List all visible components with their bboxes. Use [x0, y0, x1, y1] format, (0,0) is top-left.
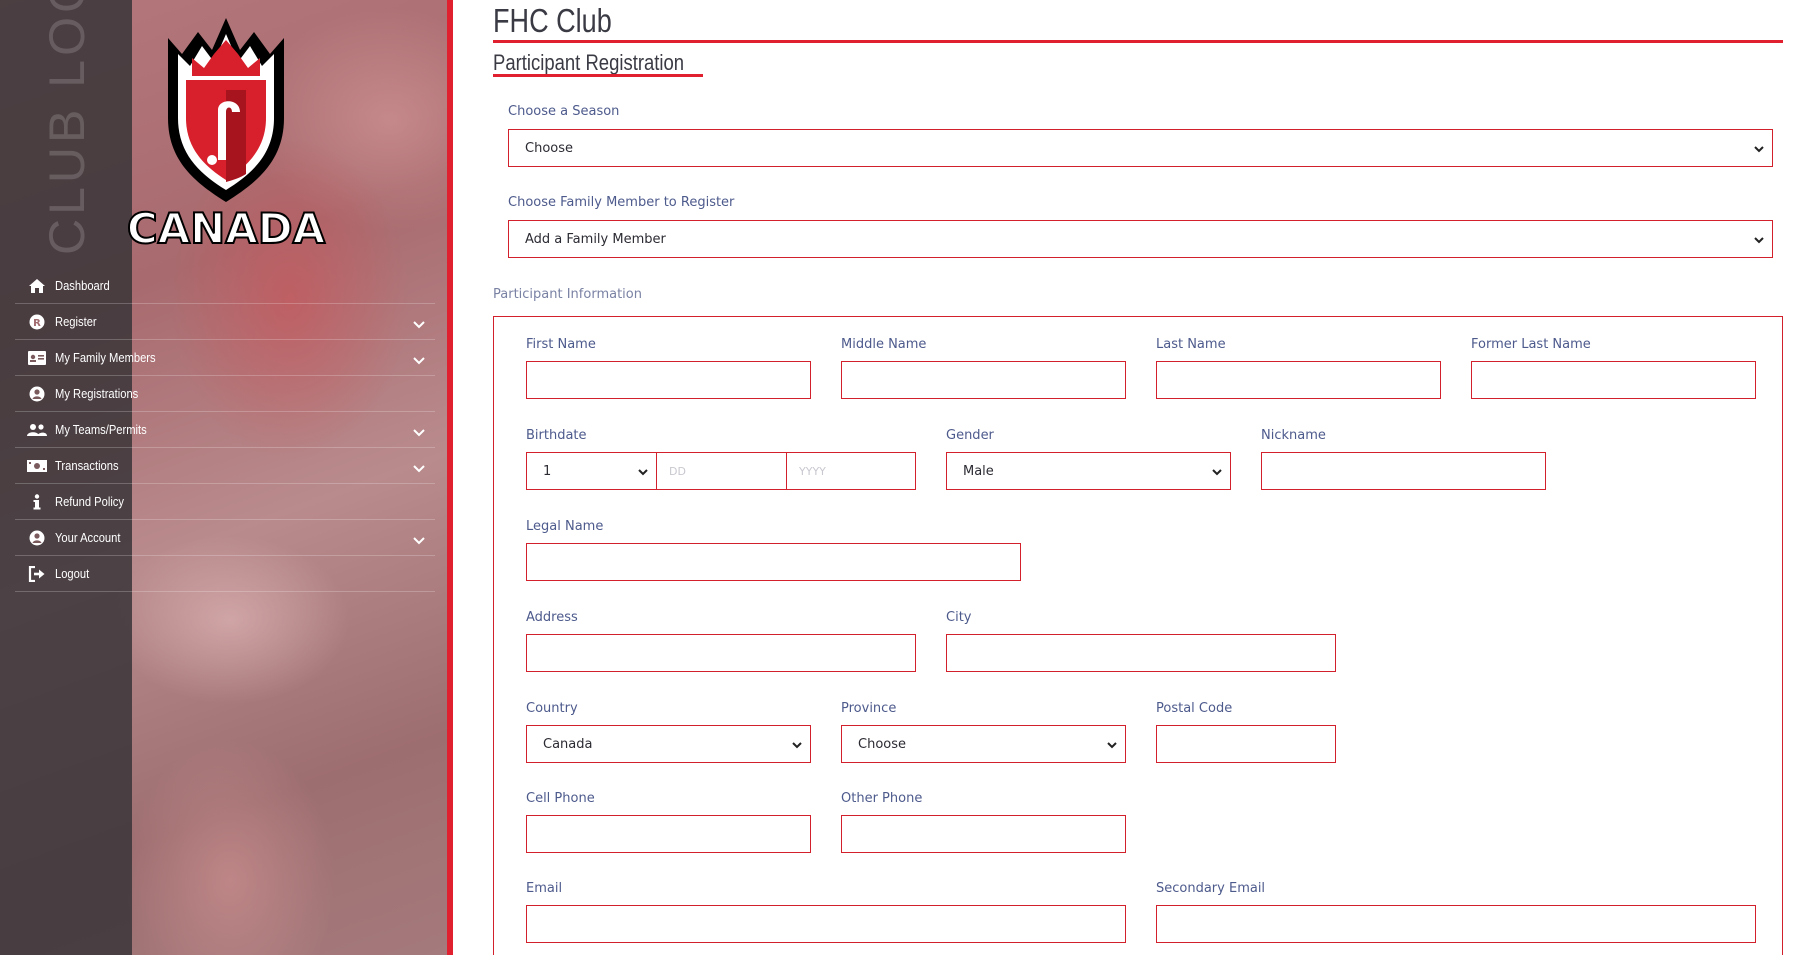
secondary-email-input[interactable] [1156, 905, 1756, 943]
birth-year-placeholder: YYYY [799, 465, 826, 478]
cell-phone-label: Cell Phone [526, 791, 595, 806]
chevron-down-icon[interactable] [413, 315, 425, 334]
last-name-input[interactable] [1156, 361, 1441, 399]
last-name-label: Last Name [1156, 337, 1226, 352]
chevron-down-icon [1754, 146, 1764, 153]
city-label: City [946, 610, 972, 625]
former-last-name-label: Former Last Name [1471, 337, 1591, 352]
birth-day-input[interactable]: DD [656, 452, 787, 490]
address-input[interactable] [526, 634, 916, 672]
nickname-label: Nickname [1261, 428, 1326, 443]
birth-year-input[interactable]: YYYY [786, 452, 916, 490]
chevron-down-icon [1107, 742, 1117, 749]
middle-name-label: Middle Name [841, 337, 927, 352]
crest-icon [168, 18, 284, 202]
sidebar-nav: Dashboard R Register My Family Members M… [15, 268, 435, 592]
participant-info-heading: Participant Information [493, 287, 642, 302]
chevron-down-icon [792, 742, 802, 749]
season-select[interactable]: Choose [508, 129, 1773, 167]
id-card-icon [25, 348, 49, 368]
address-label: Address [526, 610, 578, 625]
sidebar-vertical-title: CLUB LOGIN [39, 0, 95, 255]
logout-icon [25, 564, 49, 584]
chevron-down-icon[interactable] [413, 423, 425, 442]
user-circle-icon [25, 528, 49, 548]
other-phone-input[interactable] [841, 815, 1126, 853]
nav-label: Transactions [55, 458, 119, 473]
other-phone-label: Other Phone [841, 791, 923, 806]
title-divider [493, 40, 1783, 43]
club-title: FHC Club [493, 2, 612, 39]
nav-item-logout[interactable]: Logout [15, 556, 435, 592]
middle-name-input[interactable] [841, 361, 1126, 399]
legal-name-input[interactable] [526, 543, 1021, 581]
season-select-value: Choose [525, 141, 573, 156]
gender-label: Gender [946, 428, 994, 443]
info-icon [25, 492, 49, 512]
birth-month-select[interactable]: 1 [526, 452, 657, 490]
country-label: Country [526, 701, 578, 716]
page-title-underline [493, 74, 703, 77]
nav-item-my-teams-permits[interactable]: My Teams/Permits [15, 412, 435, 448]
nav-item-refund-policy[interactable]: Refund Policy [15, 484, 435, 520]
family-member-label: Choose Family Member to Register [508, 195, 735, 210]
chevron-down-icon [1754, 237, 1764, 244]
country-select-value: Canada [543, 737, 593, 752]
email-label: Email [526, 881, 563, 896]
nav-label: My Registrations [55, 386, 139, 401]
birth-day-placeholder: DD [669, 465, 686, 478]
chevron-down-icon[interactable] [413, 459, 425, 478]
postal-code-label: Postal Code [1156, 701, 1233, 716]
first-name-input[interactable] [526, 361, 811, 399]
former-last-name-input[interactable] [1471, 361, 1756, 399]
users-icon [25, 420, 49, 440]
nav-label: Your Account [55, 530, 121, 545]
club-logo[interactable]: CANADA [126, 10, 326, 254]
nav-item-register[interactable]: R Register [15, 304, 435, 340]
province-select[interactable]: Choose [841, 725, 1126, 763]
birth-month-value: 1 [543, 464, 552, 479]
chevron-down-icon[interactable] [413, 531, 425, 550]
logo-text: CANADA [126, 203, 326, 254]
city-input[interactable] [946, 634, 1336, 672]
nickname-input[interactable] [1261, 452, 1546, 490]
user-circle-icon [25, 384, 49, 404]
r-circle-icon: R [25, 312, 49, 332]
gender-select-value: Male [963, 464, 994, 479]
main-content: FHC Club Participant Registration Choose… [453, 0, 1809, 955]
sidebar: CLUB LOGIN CANADA Dashboard R Register [0, 0, 453, 955]
nav-item-my-family-members[interactable]: My Family Members [15, 340, 435, 376]
nav-label: My Family Members [55, 350, 156, 365]
svg-text:R: R [33, 318, 41, 329]
province-select-value: Choose [858, 737, 906, 752]
secondary-email-label: Secondary Email [1156, 881, 1266, 896]
home-icon [25, 276, 49, 296]
nav-label: Dashboard [55, 278, 110, 293]
page-title: Participant Registration [493, 50, 685, 75]
gender-select[interactable]: Male [946, 452, 1231, 490]
postal-code-input[interactable] [1156, 725, 1336, 763]
nav-item-my-registrations[interactable]: My Registrations [15, 376, 435, 412]
cell-phone-input[interactable] [526, 815, 811, 853]
nav-label: Logout [55, 566, 90, 581]
nav-label: Register [55, 314, 97, 329]
chevron-down-icon[interactable] [413, 351, 425, 370]
chevron-down-icon [638, 469, 648, 476]
nav-item-transactions[interactable]: Transactions [15, 448, 435, 484]
season-label: Choose a Season [508, 104, 620, 119]
money-icon [25, 456, 49, 476]
chevron-down-icon [1212, 469, 1222, 476]
email-input[interactable] [526, 905, 1126, 943]
nav-label: My Teams/Permits [55, 422, 147, 437]
family-member-select[interactable]: Add a Family Member [508, 220, 1773, 258]
nav-label: Refund Policy [55, 494, 124, 509]
family-member-select-value: Add a Family Member [525, 232, 666, 247]
country-select[interactable]: Canada [526, 725, 811, 763]
birthdate-label: Birthdate [526, 428, 587, 443]
legal-name-label: Legal Name [526, 519, 604, 534]
nav-item-dashboard[interactable]: Dashboard [15, 268, 435, 304]
first-name-label: First Name [526, 337, 596, 352]
province-label: Province [841, 701, 897, 716]
nav-item-your-account[interactable]: Your Account [15, 520, 435, 556]
